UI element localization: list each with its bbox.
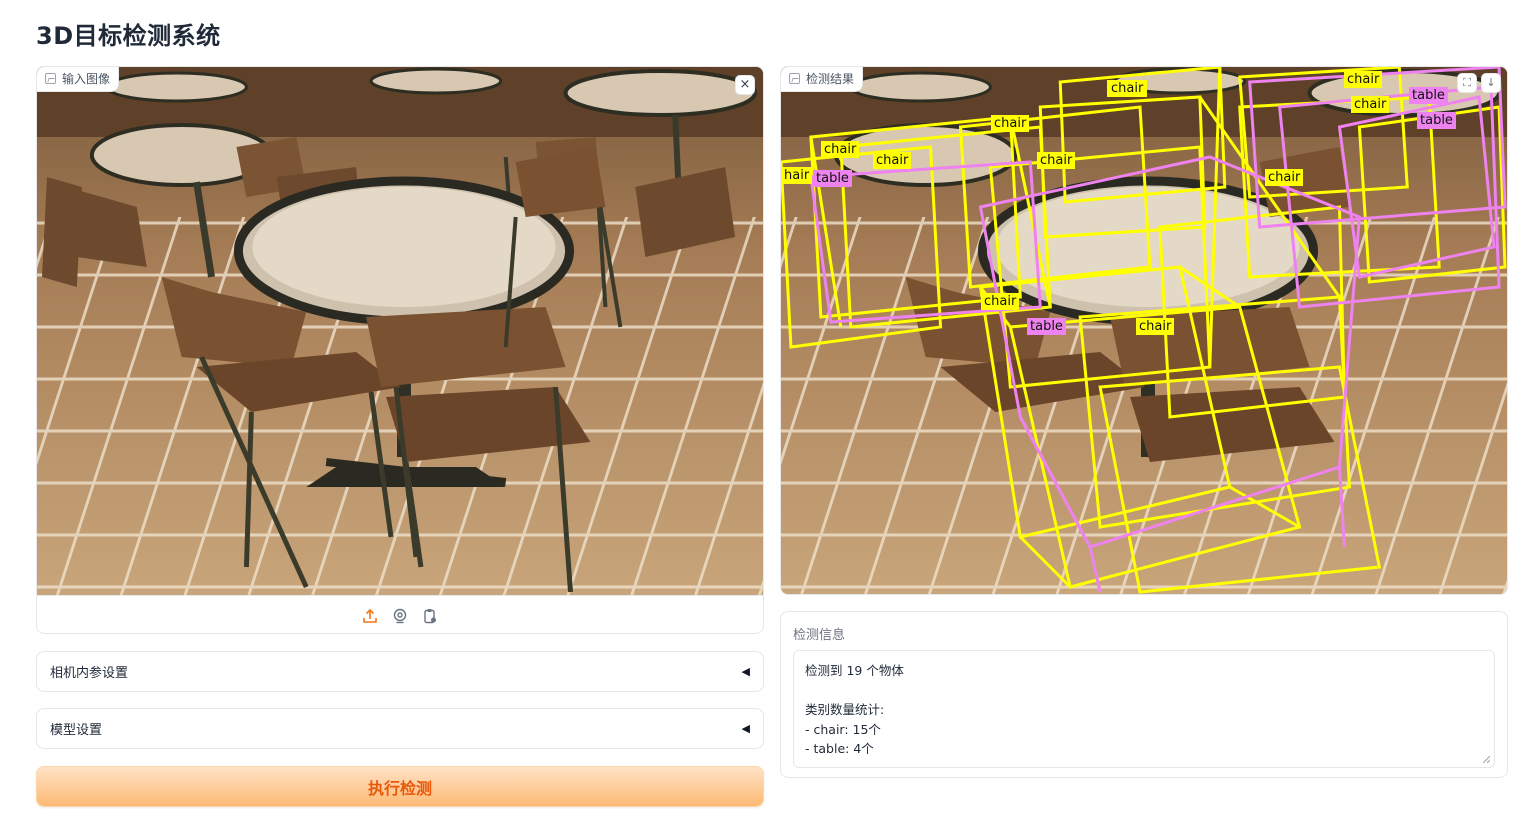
detection-info-textbox[interactable]: 检测到 19 个物体 类别数量统计: - chair: 15个 - table:… <box>793 650 1495 768</box>
camera-intrinsics-accordion[interactable]: 相机内参设置 ◀ <box>36 651 764 692</box>
webcam-icon[interactable] <box>391 607 409 625</box>
resize-handle-icon[interactable] <box>1483 756 1490 763</box>
detection-tag-chair-10: chair <box>981 293 1020 310</box>
source-selector <box>37 595 763 633</box>
detection-tag-chair-6: hair <box>781 167 813 184</box>
result-image-label: 检测结果 <box>781 67 864 92</box>
detection-tag-chair-8: chair <box>1344 71 1383 88</box>
input-image-panel: 输入图像 × <box>36 66 764 634</box>
detection-result-panel: chair chair chair chair chair hair chair… <box>780 66 1508 595</box>
result-image-actions: ⛶ ↓ <box>1457 73 1501 93</box>
input-image <box>37 67 763 595</box>
detection-tag-table-4: table <box>1417 112 1456 129</box>
detection-tag-chair-3: chair <box>821 141 860 158</box>
image-icon <box>45 73 56 84</box>
model-settings-accordion[interactable]: 模型设置 ◀ <box>36 708 764 749</box>
detection-tag-table-2: table <box>1027 318 1066 335</box>
download-icon[interactable]: ↓ <box>1481 73 1501 93</box>
detection-info-label: 检测信息 <box>793 628 846 643</box>
clear-image-button[interactable]: × <box>735 75 755 95</box>
detection-tag-chair-9: chair <box>1351 96 1390 113</box>
collapse-arrow-icon: ◀ <box>741 722 750 735</box>
detection-tag-chair-7: chair <box>1265 169 1304 186</box>
image-icon <box>789 73 800 84</box>
input-image-label: 输入图像 <box>37 67 120 92</box>
detection-tag-chair-1: chair <box>1107 80 1148 97</box>
detection-tag-chair-2: chair <box>991 115 1030 132</box>
run-detection-button[interactable]: 执行检测 <box>36 766 764 807</box>
clipboard-icon[interactable] <box>421 607 439 625</box>
collapse-arrow-icon: ◀ <box>741 665 750 678</box>
detection-info-panel: 检测信息 检测到 19 个物体 类别数量统计: - chair: 15个 - t… <box>780 611 1508 778</box>
detection-tag-chair-11: chair <box>1136 318 1175 335</box>
fullscreen-icon[interactable]: ⛶ <box>1457 73 1477 93</box>
camera-intrinsics-label: 相机内参设置 <box>50 666 129 681</box>
detection-tag-table-3: table <box>1409 87 1448 104</box>
input-image-area[interactable]: 输入图像 × <box>37 67 763 595</box>
page-title: 3D目标检测系统 <box>36 22 221 50</box>
result-image-area: chair chair chair chair chair hair chair… <box>781 67 1507 594</box>
input-image-label-text: 输入图像 <box>62 72 111 86</box>
upload-icon[interactable] <box>361 607 379 625</box>
result-image-label-text: 检测结果 <box>806 72 855 86</box>
model-settings-label: 模型设置 <box>50 723 103 738</box>
detection-tag-table-1: table <box>813 170 852 187</box>
detection-tag-chair-5: chair <box>1037 152 1076 169</box>
detection-tag-chair-4: chair <box>873 152 912 169</box>
